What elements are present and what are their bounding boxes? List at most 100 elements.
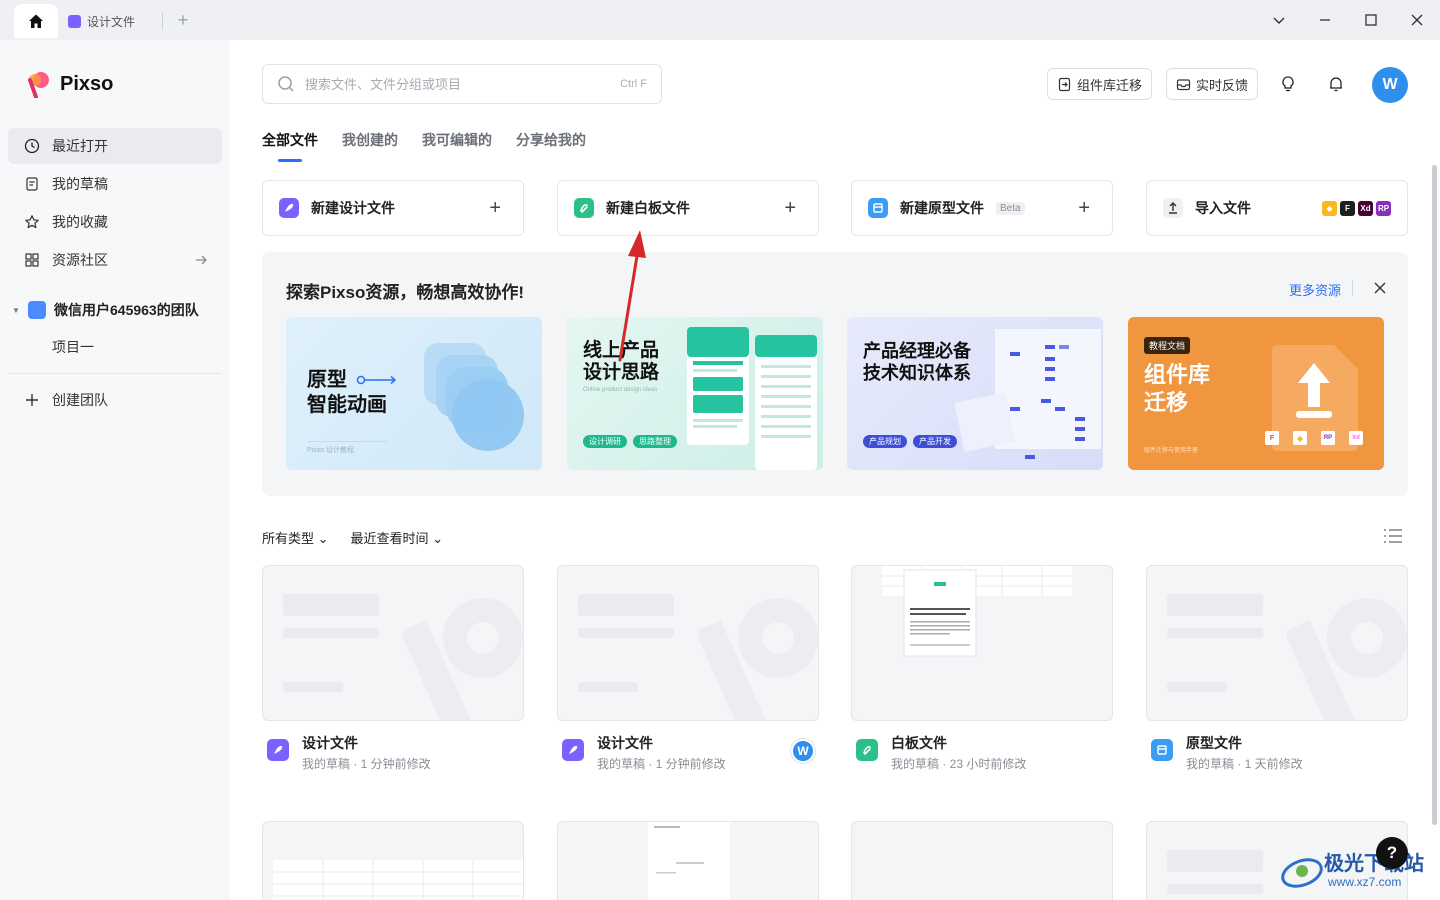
file-card[interactable] [851, 821, 1113, 900]
bell-icon[interactable] [1322, 70, 1350, 98]
file-thumbnail[interactable] [1146, 565, 1408, 721]
close-icon[interactable] [1370, 278, 1390, 298]
file-name: 原型文件 [1186, 735, 1242, 751]
prototype-file-icon [1151, 739, 1173, 761]
thumbnail-placeholder [578, 594, 674, 616]
explore-divider [1352, 280, 1353, 296]
banner-title-line2: 设计思路 [583, 362, 660, 383]
tab-editable[interactable]: 我可编辑的 [422, 130, 492, 150]
tab-created-by-me[interactable]: 我创建的 [342, 130, 398, 150]
banner-badge: 教程文档 [1144, 337, 1191, 354]
component-migrate-button[interactable]: 组件库迁移 [1047, 68, 1153, 100]
watermark-url: www.xz7.com [1328, 875, 1402, 889]
search-icon [278, 76, 294, 92]
star-icon [25, 215, 39, 229]
file-info: 原型文件 我的草稿 · 1 天前修改 [1146, 721, 1408, 771]
home-tab[interactable] [14, 4, 58, 38]
file-card[interactable] [262, 821, 524, 900]
sort-dropdown[interactable]: 最近查看时间 ⌄ [351, 528, 444, 547]
sidebar-item-recent[interactable]: 最近打开 [8, 128, 222, 164]
thumbnail-placeholder [578, 682, 638, 692]
more-resources-link[interactable]: 更多资源 [1289, 280, 1341, 299]
sidebar-divider [8, 373, 222, 374]
wireframe-illustration [687, 327, 817, 470]
sketch-logo-icon: ◆ [1293, 431, 1307, 445]
thumbnail-placeholder [1167, 850, 1263, 872]
type-filter-dropdown[interactable]: 所有类型 ⌄ [262, 528, 329, 547]
feedback-button[interactable]: 实时反馈 [1166, 68, 1259, 100]
collaborator-avatar[interactable]: W [791, 739, 815, 763]
sidebar-item-label: 资源社区 [52, 252, 108, 268]
grid-icon [25, 253, 39, 267]
help-button[interactable]: ? [1376, 837, 1408, 869]
banner-tag: 设计调研 [583, 435, 627, 448]
chevron-down-icon[interactable] [1256, 4, 1302, 36]
sort-label: 最近查看时间 [350, 531, 429, 546]
feedback-label: 实时反馈 [1196, 77, 1249, 93]
thumbnail-placeholder [1167, 594, 1263, 616]
tab-all-files[interactable]: 全部文件 [262, 130, 318, 162]
minimize-button[interactable] [1302, 4, 1348, 36]
file-thumbnail[interactable] [557, 565, 819, 721]
watermark-text: 极光下载站 [1324, 853, 1424, 875]
filter-bar: 所有类型 ⌄ 最近查看时间 ⌄ [262, 528, 443, 547]
create-team-button[interactable]: 创建团队 [8, 382, 222, 418]
file-card[interactable]: 白板文件 我的草稿 · 23 小时前修改 [851, 565, 1113, 771]
team-avatar-icon [28, 301, 46, 319]
new-tab-button[interactable]: + [172, 8, 194, 32]
whiteboard-file-icon [856, 739, 878, 761]
scrollbar[interactable] [1432, 165, 1437, 825]
file-card[interactable]: 设计文件 我的草稿 · 1 分钟前修改 [262, 565, 524, 771]
app-name: Pixso [60, 72, 114, 95]
file-thumbnail[interactable] [262, 565, 524, 721]
xd-logo-icon: Xd [1358, 200, 1373, 216]
file-meta: 我的草稿 · 1 分钟前修改 [597, 757, 726, 771]
banner-title-line1: 组件库 [1144, 362, 1211, 387]
new-design-file-card[interactable]: 新建设计文件 + [262, 180, 524, 236]
maximize-button[interactable] [1348, 4, 1394, 36]
lightbulb-icon[interactable] [1274, 70, 1302, 98]
search-shortcut: Ctrl F [620, 78, 647, 90]
project-item[interactable]: 项目一 [52, 337, 94, 357]
chevron-down-icon: ⌄ [317, 531, 329, 546]
import-doc-icon [1058, 77, 1071, 91]
file-thumbnail[interactable] [262, 821, 524, 900]
banner-pm-tech-knowledge[interactable]: 产品经理必备 技术知识体系 产品规划 产品开发 [847, 317, 1103, 470]
file-name: 设计文件 [302, 735, 358, 751]
sidebar-item-drafts[interactable]: 我的草稿 [8, 166, 222, 202]
pixso-watermark-icon [698, 598, 818, 720]
banner-online-product-design[interactable]: 线上产品 设计思路 Online product design ideas 设计… [567, 317, 823, 470]
team-item[interactable]: ▼ 微信用户645963的团队 [8, 292, 222, 328]
thumbnail-placeholder [1167, 682, 1227, 692]
user-avatar[interactable]: W [1372, 67, 1408, 103]
search-bar[interactable]: Ctrl F [262, 64, 662, 104]
sidebar-item-favorites[interactable]: 我的收藏 [8, 204, 222, 240]
close-window-button[interactable] [1394, 4, 1440, 36]
stacked-shapes-illustration [424, 343, 524, 451]
beta-badge: Beta [996, 201, 1025, 215]
whiteboard-preview [882, 566, 1072, 657]
banner-prototype-animation[interactable]: 原型 智能动画 Pixso 设计教程 [286, 317, 542, 470]
new-prototype-file-card[interactable]: 新建原型文件 Beta + [851, 180, 1113, 236]
thumbnail-placeholder [1167, 628, 1263, 638]
thumbnail-placeholder [283, 628, 379, 638]
search-input[interactable] [305, 76, 611, 92]
file-tab[interactable]: 设计文件 [58, 4, 162, 38]
plus-icon: + [489, 196, 501, 219]
banner-title-line1: 线上产品 [583, 340, 660, 361]
import-file-card[interactable]: 导入文件 ◆ F Xd RP [1146, 180, 1408, 236]
file-card[interactable]: 原型文件 我的草稿 · 1 天前修改 [1146, 565, 1408, 771]
file-card[interactable]: 设计文件 我的草稿 · 1 分钟前修改 W [557, 565, 819, 771]
sidebar-item-community[interactable]: 资源社区 [8, 242, 222, 278]
banner-component-migration[interactable]: 教程文档 组件库 迁移 组件迁移与使用手册 F ◆ RP Xd [1128, 317, 1384, 470]
list-view-icon[interactable] [1383, 527, 1403, 545]
component-migrate-label: 组件库迁移 [1077, 77, 1143, 93]
import-format-logos: ◆ F Xd RP [1322, 200, 1391, 216]
file-thumbnail[interactable] [851, 565, 1113, 721]
file-thumbnail[interactable] [851, 821, 1113, 900]
new-whiteboard-file-card[interactable]: 新建白板文件 + [557, 180, 819, 236]
file-card[interactable] [557, 821, 819, 900]
caret-down-icon[interactable]: ▼ [12, 306, 20, 315]
tab-shared-with-me[interactable]: 分享给我的 [516, 130, 586, 150]
file-thumbnail[interactable] [557, 821, 819, 900]
